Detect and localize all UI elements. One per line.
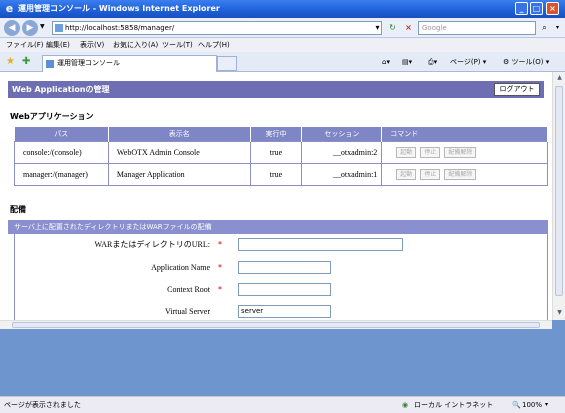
stop-icon[interactable]: × xyxy=(402,21,415,35)
address-bar: ◀ ▶ ▼ http://localhost:5858/manager/ ▾ ↻… xyxy=(0,18,565,38)
tab-label: 運用管理コンソール xyxy=(57,59,120,67)
required-mark: * xyxy=(218,263,222,272)
zoom-level[interactable]: 100% xyxy=(522,399,542,411)
window-title: 運用管理コンソール - Windows Internet Explorer xyxy=(18,4,220,13)
required-mark: * xyxy=(218,240,222,249)
start-button[interactable]: 起動 xyxy=(396,168,417,180)
menu-bar: ファイル(F) 編集(E) 表示(V) お気に入り(A) ツール(T) ヘルプ(… xyxy=(0,38,565,52)
vertical-scrollbar[interactable]: ▲ ▼ xyxy=(552,72,565,320)
app-commands: 起動 停止 配備解除 xyxy=(381,140,548,164)
h-scroll-thumb[interactable] xyxy=(12,322,540,328)
scroll-up-icon[interactable]: ▲ xyxy=(554,73,565,83)
column-header: コマンド xyxy=(381,127,548,141)
stop-button[interactable]: 停止 xyxy=(420,168,441,180)
required-mark: * xyxy=(218,285,222,294)
refresh-icon[interactable]: ↻ xyxy=(386,21,399,35)
deploy-section-title: 配備 xyxy=(10,205,26,214)
table-row: console:/(console) WebOTX Admin Console … xyxy=(14,140,548,164)
tab-page-icon xyxy=(46,60,54,68)
menu-tools[interactable]: ツール(T) xyxy=(162,39,193,51)
menu-view[interactable]: 表示(V) xyxy=(80,39,104,51)
app-commands: 起動 停止 配備解除 xyxy=(381,162,548,186)
url-text: http://localhost:5858/manager/ xyxy=(65,24,175,32)
horizontal-scrollbar[interactable] xyxy=(0,320,552,329)
menu-file[interactable]: ファイル(F) xyxy=(6,39,44,51)
search-placeholder: Google xyxy=(422,24,447,32)
app-name-input[interactable] xyxy=(238,261,331,274)
add-favorite-icon[interactable]: ✚ xyxy=(22,55,30,68)
virtual-server-input[interactable]: server xyxy=(238,305,331,318)
app-name-label: Application Name xyxy=(151,263,210,272)
forward-button[interactable]: ▶ xyxy=(22,20,38,36)
zoom-icon[interactable]: 🔍 xyxy=(512,399,521,411)
column-header: パス xyxy=(14,127,109,141)
url-dropdown-icon[interactable]: ▾ xyxy=(371,21,384,35)
app-path[interactable]: console:/(console) xyxy=(14,140,109,164)
page-title: Web Applicationの管理 xyxy=(8,81,544,98)
zoom-dropdown-icon[interactable]: ▾ xyxy=(545,399,548,411)
tools-menu-label: ツール(O) xyxy=(511,58,544,66)
search-input[interactable]: Google xyxy=(418,21,536,35)
app-session[interactable]: __otxadmin:1 xyxy=(301,162,383,186)
search-icon[interactable]: ⌕ xyxy=(538,21,551,35)
table-header-row: パス 表示名 実行中 セッション コマンド xyxy=(14,127,548,141)
search-dropdown-icon[interactable]: ▾ xyxy=(551,21,564,35)
history-dropdown-icon[interactable]: ▼ xyxy=(40,23,45,30)
start-button[interactable]: 起動 xyxy=(396,146,417,158)
zone-text: ローカル イントラネット xyxy=(414,401,494,409)
page-menu-button[interactable]: ページ(P) ▾ xyxy=(450,56,486,68)
new-tab-button[interactable] xyxy=(217,56,237,71)
column-header: 実行中 xyxy=(250,127,303,141)
status-text: ページが表示されました xyxy=(4,401,81,409)
tab-console[interactable]: 運用管理コンソール xyxy=(42,55,217,72)
app-running: true xyxy=(249,140,303,164)
war-url-input[interactable] xyxy=(238,238,403,251)
undeploy-button[interactable]: 配備解除 xyxy=(444,146,477,158)
app-name: WebOTX Admin Console xyxy=(107,140,251,164)
context-root-input[interactable] xyxy=(238,283,331,296)
menu-edit[interactable]: 編集(E) xyxy=(46,39,70,51)
scroll-thumb[interactable] xyxy=(555,86,563,296)
war-url-label: WARまたはディレクトリのURL: xyxy=(94,240,210,249)
minimize-button[interactable]: _ xyxy=(515,2,528,15)
deploy-subtitle: サーバ上に配置されたディレクトリまたはWARファイルの配備 xyxy=(8,220,548,234)
column-header: セッション xyxy=(301,127,383,141)
page-icon xyxy=(55,24,63,32)
app-running: true xyxy=(249,162,303,186)
logout-button[interactable]: ログアウト xyxy=(494,83,540,96)
print-icon[interactable]: ⎙▾ xyxy=(428,56,437,68)
app-session[interactable]: __otxadmin:2 xyxy=(301,140,383,164)
undeploy-button[interactable]: 配備解除 xyxy=(444,168,477,180)
app-name: Manager Application xyxy=(107,162,251,186)
virtual-server-label: Virtual Server xyxy=(164,307,210,316)
intranet-icon: ◉ xyxy=(402,401,409,409)
stop-button[interactable]: 停止 xyxy=(420,146,441,158)
scroll-down-icon[interactable]: ▼ xyxy=(554,308,565,318)
table-row: manager:/(manager) Manager Application t… xyxy=(14,162,548,186)
status-bar: ページが表示されました ◉ ローカル イントラネット 🔍 100% ▾ xyxy=(0,396,565,413)
tools-menu-button[interactable]: ⚙ ツール(O) ▾ xyxy=(503,56,549,68)
page-content: Web Applicationの管理 ログアウト Webアプリケーション パス … xyxy=(0,72,552,320)
tab-bar: ★ ✚ 運用管理コンソール ⌂▾ ▤▾ ⎙▾ ページ(P) ▾ ⚙ ツール(O)… xyxy=(0,52,565,72)
ie-logo-icon: e xyxy=(5,2,14,15)
page-menu-label: ページ(P) xyxy=(450,58,481,66)
app-path[interactable]: manager:/(manager) xyxy=(14,162,109,186)
maximize-button[interactable]: □ xyxy=(530,2,543,15)
menu-favorites[interactable]: お気に入り(A) xyxy=(113,39,158,51)
menu-help[interactable]: ヘルプ(H) xyxy=(198,39,230,51)
back-button[interactable]: ◀ xyxy=(4,20,20,36)
close-button[interactable]: × xyxy=(546,2,559,15)
url-input[interactable]: http://localhost:5858/manager/ xyxy=(52,21,382,35)
column-header: 表示名 xyxy=(108,127,251,141)
feeds-icon[interactable]: ▤▾ xyxy=(402,56,412,68)
favorites-star-icon[interactable]: ★ xyxy=(6,55,15,68)
context-root-label: Context Root xyxy=(167,285,210,294)
apps-table: パス 表示名 実行中 セッション コマンド console:/(console)… xyxy=(14,127,548,186)
apps-section-title: Webアプリケーション xyxy=(10,112,94,121)
home-icon[interactable]: ⌂▾ xyxy=(382,56,390,68)
title-bar: e 運用管理コンソール - Windows Internet Explorer … xyxy=(0,0,565,18)
